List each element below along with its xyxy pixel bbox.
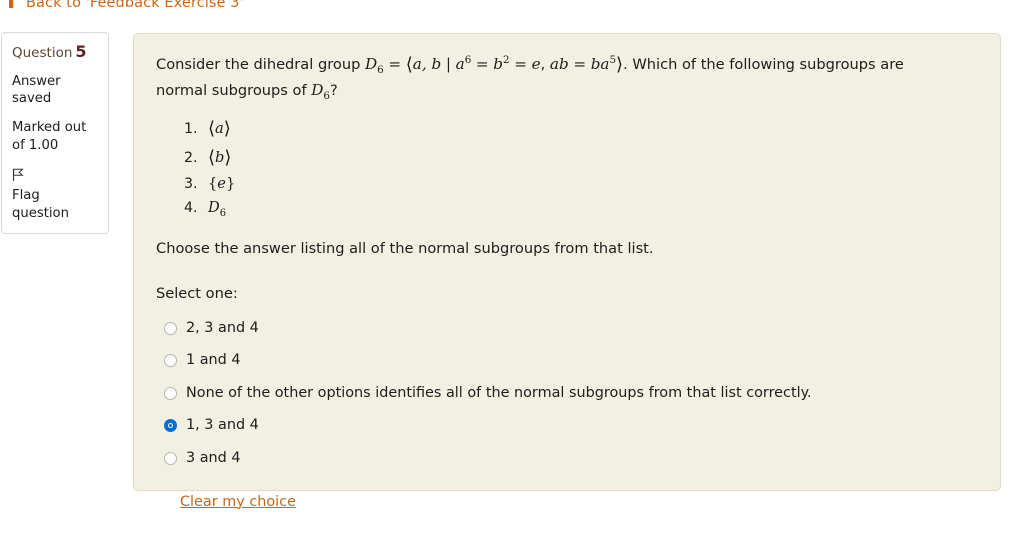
question-word: Question	[12, 45, 73, 61]
up-arrow-icon: ⬆	[4, 0, 19, 13]
question-stem-prefix: Consider the dihedral group	[156, 56, 361, 73]
radio-button-3[interactable]	[164, 386, 177, 400]
angle-close: ⟩	[223, 117, 231, 139]
question-instruction: Choose the answer listing all of the nor…	[156, 240, 654, 258]
math-identity-e: e	[531, 55, 541, 73]
question-stem-suffix: ?	[330, 81, 338, 99]
question-number: 5	[75, 42, 87, 61]
math-relation-a6: a6	[455, 53, 472, 73]
question-number-heading: Question 5	[12, 42, 100, 62]
math-generators: a, b	[412, 55, 442, 73]
flag-outline-icon	[12, 168, 24, 182]
list-item: ⟨a⟩	[202, 114, 978, 143]
subgroup-identity-e: e	[217, 175, 226, 193]
question-info-box: Question 5 Answer saved Marked out of 1.0…	[1, 32, 109, 234]
clear-my-choice-link[interactable]: Clear my choice	[180, 494, 296, 510]
list-item: D6	[202, 196, 978, 222]
clear-choice-row: Clear my choice	[156, 475, 978, 510]
math-equals-2: =	[475, 55, 489, 73]
math-open-angle: ⟨	[405, 54, 413, 75]
math-relation-ab: ab	[549, 55, 569, 73]
back-link-label[interactable]: Back to 'Feedback Exercise 3'	[26, 0, 244, 11]
answer-options: 2, 3 and 4 1 and 4 None of the other opt…	[156, 312, 978, 510]
answer-state: Answer saved	[12, 74, 61, 107]
answer-option-4-label: 1, 3 and 4	[186, 417, 259, 434]
answer-option-2-label: 1 and 4	[186, 352, 241, 369]
answer-option-4[interactable]: 1, 3 and 4	[156, 410, 978, 442]
angle-open: ⟨	[208, 147, 216, 169]
math-group-d6-2: D6	[311, 80, 330, 102]
subgroup-whole-group-d6: D6	[208, 199, 227, 220]
select-one-label: Select one:	[156, 285, 238, 303]
math-relation-b2: b2	[493, 53, 510, 73]
math-group-d6: D6	[364, 55, 384, 77]
question-card: Consider the dihedral group D6 = ⟨a, b |…	[133, 33, 1001, 510]
angle-open: ⟨	[208, 117, 216, 139]
answer-option-3[interactable]: None of the other options identifies all…	[156, 377, 978, 409]
angle-close: ⟩	[224, 147, 232, 169]
back-navigation-bar[interactable]: ⬆ Back to 'Feedback Exercise 3'	[0, 0, 244, 14]
brace-open: {	[208, 175, 218, 193]
list-item: {e}	[202, 172, 978, 196]
answer-option-3-label: None of the other options identifies all…	[186, 384, 812, 401]
answer-option-5[interactable]: 3 and 4	[156, 442, 978, 474]
radio-button-4[interactable]	[164, 419, 177, 433]
answer-option-5-label: 3 and 4	[186, 449, 241, 466]
math-equals-3: =	[514, 55, 527, 73]
math-equals-4: =	[573, 55, 587, 73]
list-item: ⟨b⟩	[202, 143, 978, 172]
math-equals: =	[388, 55, 402, 73]
radio-button-1[interactable]	[164, 321, 177, 335]
radio-button-5[interactable]	[164, 451, 177, 465]
marks-info: Marked out of 1.00	[12, 120, 87, 154]
answer-option-1[interactable]: 2, 3 and 4	[156, 312, 978, 344]
math-bar: |	[445, 55, 451, 73]
subgroup-generator-a: a	[215, 119, 224, 137]
flag-question-label: Flag question	[12, 187, 69, 221]
math-relation-ba5: ba5	[590, 53, 617, 73]
flag-question-button[interactable]: Flag question	[12, 167, 100, 223]
answer-option-1-label: 2, 3 and 4	[186, 319, 259, 336]
radio-button-2[interactable]	[164, 354, 177, 368]
brace-close: }	[225, 175, 236, 193]
subgroup-candidate-list: ⟨a⟩ ⟨b⟩ {e} D6	[156, 114, 978, 222]
subgroup-generator-b: b	[215, 149, 225, 167]
answer-option-2[interactable]: 1 and 4	[156, 345, 978, 377]
question-stem: Consider the dihedral group D6 = ⟨a, b |…	[156, 53, 904, 102]
